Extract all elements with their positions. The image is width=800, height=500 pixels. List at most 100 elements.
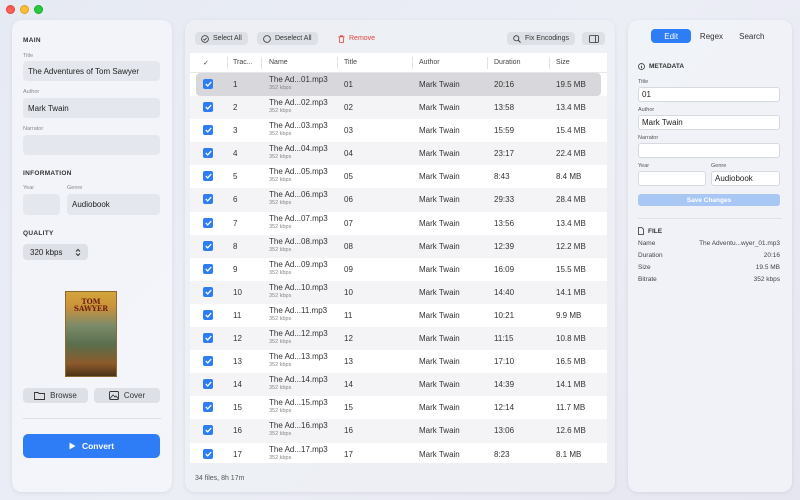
- circle-icon: [263, 34, 271, 43]
- title-cell: 17: [344, 449, 353, 459]
- table-row[interactable]: 8 The Ad...08.mp3 352 kbps 08 Mark Twain 12:3…: [190, 234, 607, 258]
- bitrate-subtext: 352 kbps: [269, 339, 292, 346]
- name-cell: The Ad...17.mp3 352 kbps: [269, 445, 328, 462]
- row-checkbox[interactable]: [203, 309, 213, 320]
- file-name: The Ad...09.mp3: [269, 259, 328, 269]
- name-cell: The Ad...08.mp3 352 kbps: [269, 237, 328, 254]
- title-field[interactable]: 01: [638, 87, 780, 102]
- file-info-row: Duration 20:16: [638, 252, 780, 259]
- table-row[interactable]: 10 The Ad...10.mp3 352 kbps 10 Mark Twain 14:…: [190, 280, 607, 304]
- name-cell: The Ad...09.mp3 352 kbps: [269, 260, 328, 277]
- table-row[interactable]: 17 The Ad...17.mp3 352 kbps 17 Mark Twain 8:2…: [190, 443, 607, 464]
- author-field[interactable]: Mark Twain: [638, 115, 780, 130]
- header-size[interactable]: Size: [556, 59, 570, 66]
- row-checkbox[interactable]: [203, 263, 213, 274]
- zoom-window-button[interactable]: [34, 5, 43, 14]
- convert-button[interactable]: Convert: [23, 434, 160, 458]
- deselect-all-button[interactable]: Deselect All: [257, 32, 318, 45]
- remove-button[interactable]: Remove: [332, 32, 381, 45]
- table-row[interactable]: 12 The Ad...12.mp3 352 kbps 12 Mark Twain 11:…: [190, 327, 607, 351]
- title-cell: 01: [344, 80, 353, 89]
- author-cell: Mark Twain: [419, 241, 460, 251]
- table-row[interactable]: 9 The Ad...09.mp3 352 kbps 09 Mark Twain 16:0…: [190, 258, 607, 281]
- file-name: The Ad...16.mp3: [269, 421, 328, 431]
- genre-field[interactable]: Audiobook: [67, 194, 160, 215]
- tab-search[interactable]: Search: [732, 29, 772, 43]
- row-checkbox[interactable]: [203, 240, 213, 251]
- browse-button[interactable]: Browse: [23, 388, 88, 403]
- header-check[interactable]: ✓: [203, 59, 209, 67]
- row-checkbox[interactable]: [203, 356, 213, 367]
- table-row[interactable]: 6 The Ad...06.mp3 352 kbps 06 Mark Twain 29:3…: [190, 188, 607, 212]
- title-field[interactable]: The Adventures of Tom Sawyer: [23, 61, 160, 81]
- header-name[interactable]: Name: [269, 59, 288, 66]
- select-all-button[interactable]: Select All: [195, 32, 248, 45]
- save-changes-button[interactable]: Save Changes: [638, 194, 780, 206]
- row-checkbox[interactable]: [203, 402, 213, 413]
- cover-button[interactable]: Cover: [94, 388, 160, 403]
- minimize-window-button[interactable]: [20, 5, 29, 14]
- track-cell: 16: [233, 426, 242, 436]
- size-cell: 8.4 MB: [556, 172, 582, 182]
- bitrate-subtext: 352 kbps: [269, 85, 292, 91]
- table-row[interactable]: 4 The Ad...04.mp3 352 kbps 04 Mark Twain 23:1…: [190, 142, 607, 166]
- row-checkbox[interactable]: [203, 333, 213, 344]
- name-cell: The Ad...02.mp3 352 kbps: [269, 98, 328, 115]
- author-cell: Mark Twain: [419, 449, 460, 459]
- row-checkbox[interactable]: [203, 194, 213, 205]
- row-checkbox[interactable]: [203, 148, 213, 159]
- tab-edit[interactable]: Edit: [651, 29, 692, 43]
- row-checkbox[interactable]: [203, 286, 213, 297]
- table-row[interactable]: 11 The Ad...11.mp3 352 kbps 11 Mark Twain 10:…: [190, 304, 607, 327]
- size-cell: 12.6 MB: [556, 426, 586, 436]
- close-window-button[interactable]: [6, 5, 15, 14]
- narrator-label: Narrator: [638, 135, 659, 141]
- table-row[interactable]: 2 The Ad...02.mp3 352 kbps 02 Mark Twain 13:5…: [190, 96, 607, 120]
- row-checkbox[interactable]: [203, 217, 213, 228]
- information-section-title: INFORMATION: [23, 170, 72, 177]
- author-label: Author: [638, 107, 655, 113]
- table-row[interactable]: 3 The Ad...03.mp3 352 kbps 03 Mark Twain 15:5…: [190, 119, 607, 142]
- genre-field[interactable]: Audiobook: [711, 171, 780, 186]
- year-field[interactable]: [23, 194, 60, 215]
- row-checkbox[interactable]: [203, 171, 213, 182]
- narrator-field[interactable]: [638, 143, 780, 158]
- table-row[interactable]: 16 The Ad...16.mp3 352 kbps 16 Mark Twain 13:…: [190, 419, 607, 443]
- narrator-field[interactable]: [23, 135, 160, 155]
- title-cell: 06: [344, 195, 353, 205]
- header-author[interactable]: Author: [419, 59, 440, 66]
- header-track[interactable]: Trac...: [233, 59, 253, 66]
- track-cell: 13: [233, 357, 242, 367]
- table-row[interactable]: 5 The Ad...05.mp3 352 kbps 05 Mark Twain 8:43…: [190, 165, 607, 188]
- author-cell: Mark Twain: [419, 126, 460, 136]
- row-checkbox[interactable]: [203, 425, 213, 436]
- info-icon: [638, 63, 645, 70]
- table-row[interactable]: 15 The Ad...15.mp3 352 kbps 15 Mark Twain 12:…: [190, 396, 607, 419]
- author-cell: Mark Twain: [419, 380, 460, 390]
- magnifier-icon: [513, 34, 521, 43]
- row-checkbox[interactable]: [203, 79, 213, 89]
- author-cell: Mark Twain: [419, 103, 460, 113]
- row-checkbox[interactable]: [203, 102, 213, 113]
- table-row[interactable]: 14 The Ad...14.mp3 352 kbps 14 Mark Twain 14:…: [190, 373, 607, 397]
- quality-select[interactable]: 320 kbps: [23, 244, 88, 260]
- table-row[interactable]: 7 The Ad...07.mp3 352 kbps 07 Mark Twain 13:5…: [190, 212, 607, 235]
- file-duration-value: 20:16: [763, 252, 780, 259]
- author-field[interactable]: Mark Twain: [23, 98, 160, 118]
- row-checkbox[interactable]: [203, 125, 213, 136]
- header-duration[interactable]: Duration: [494, 59, 520, 66]
- main-section-title: MAIN: [23, 37, 41, 44]
- fix-encodings-button[interactable]: Fix Encodings: [507, 32, 575, 45]
- header-title[interactable]: Title: [344, 59, 357, 66]
- table-row[interactable]: 1 The Ad...01.mp3 352 kbps 01 Mark Twain 20:1…: [196, 73, 601, 97]
- size-cell: 10.8 MB: [556, 334, 586, 344]
- tab-regex[interactable]: Regex: [691, 29, 731, 43]
- year-field[interactable]: [638, 171, 706, 186]
- row-checkbox[interactable]: [203, 379, 213, 390]
- duration-cell: 13:58: [494, 103, 515, 113]
- duration-cell: 11:15: [494, 334, 514, 344]
- toggle-inspector-button[interactable]: [582, 32, 605, 45]
- row-checkbox[interactable]: [203, 448, 213, 459]
- size-cell: 11.7 MB: [556, 403, 586, 413]
- table-row[interactable]: 13 The Ad...13.mp3 352 kbps 13 Mark Twain 17:…: [190, 350, 607, 373]
